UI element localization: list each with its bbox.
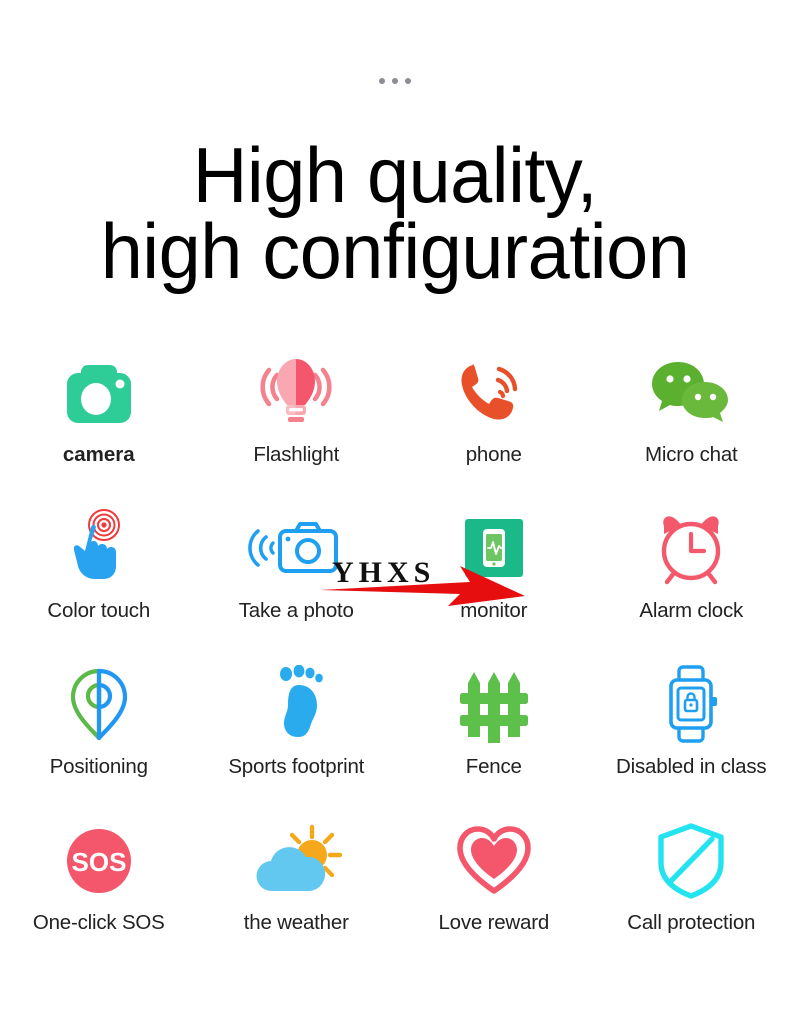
monitor-icon: [456, 508, 532, 590]
page-title: High quality, high configuration: [100, 131, 690, 295]
feature-label: Flashlight: [253, 443, 340, 466]
svg-text:SOS: SOS: [71, 847, 126, 877]
feature-grid: camera Flashlight phone Micro chat Color…: [0, 352, 790, 976]
feature-label: Call protection: [627, 911, 756, 934]
feature-one-click-sos[interactable]: SOS One-click SOS: [0, 820, 198, 976]
feature-label: Fence: [465, 755, 522, 778]
shield-block-icon: [655, 820, 727, 902]
feature-phone[interactable]: phone: [395, 352, 593, 508]
feature-row: camera Flashlight phone Micro chat: [0, 352, 790, 508]
feature-disabled-in-class[interactable]: Disabled in class: [593, 664, 790, 820]
fence-icon: [455, 664, 533, 746]
feature-label: Take a photo: [238, 599, 354, 622]
feature-row: Positioning Sports footprint Fence Disab…: [0, 664, 790, 820]
feature-label: Positioning: [49, 755, 148, 778]
feature-the-weather[interactable]: the weather: [198, 820, 396, 976]
weather-cloud-sun-icon: [250, 820, 343, 902]
watch-lock-icon: [656, 664, 726, 746]
phone-call-icon: [453, 352, 535, 434]
feature-label: Disabled in class: [616, 755, 767, 778]
promo-page: High quality, high configuration camera: [0, 0, 790, 1014]
feature-color-touch[interactable]: Color touch: [0, 508, 198, 664]
three-dots-indicator: [0, 78, 790, 84]
feature-label: camera: [62, 443, 135, 466]
feature-call-protection[interactable]: Call protection: [593, 820, 790, 976]
feature-flashlight[interactable]: Flashlight: [198, 352, 396, 508]
alarm-clock-icon: [650, 508, 732, 590]
feature-label: One-click SOS: [32, 911, 165, 934]
touch-hand-icon: [59, 508, 139, 590]
feature-label: monitor: [460, 599, 528, 622]
feature-take-a-photo[interactable]: Take a photo: [198, 508, 396, 664]
feature-positioning[interactable]: Positioning: [0, 664, 198, 820]
feature-fence[interactable]: Fence: [395, 664, 593, 820]
feature-label: phone: [465, 443, 522, 466]
location-pin-icon: [62, 664, 136, 746]
feature-label: Love reward: [438, 911, 550, 934]
feature-love-reward[interactable]: Love reward: [395, 820, 593, 976]
feature-label: the weather: [243, 911, 349, 934]
feature-label: Sports footprint: [228, 755, 365, 778]
dot-icon: [379, 78, 385, 84]
sos-icon: SOS: [62, 820, 136, 902]
feature-camera[interactable]: camera: [0, 352, 198, 508]
footprint-icon: [261, 664, 331, 746]
heart-icon: [454, 820, 534, 902]
feature-row: Color touch Take a photo monitor Alarm c…: [0, 508, 790, 664]
feature-label: Micro chat: [644, 443, 738, 466]
feature-sports-footprint[interactable]: Sports footprint: [198, 664, 396, 820]
feature-label: Color touch: [47, 599, 151, 622]
feature-monitor[interactable]: monitor: [395, 508, 593, 664]
feature-micro-chat[interactable]: Micro chat: [593, 352, 790, 508]
feature-row: SOS One-click SOS the weather Love rewar…: [0, 820, 790, 976]
dot-icon: [392, 78, 398, 84]
flashlight-icon: [255, 352, 337, 434]
feature-label: Alarm clock: [639, 599, 744, 622]
feature-alarm-clock[interactable]: Alarm clock: [593, 508, 790, 664]
wechat-icon: [647, 352, 735, 434]
take-photo-icon: [246, 508, 346, 590]
camera-icon: [58, 352, 140, 434]
dot-icon: [405, 78, 411, 84]
